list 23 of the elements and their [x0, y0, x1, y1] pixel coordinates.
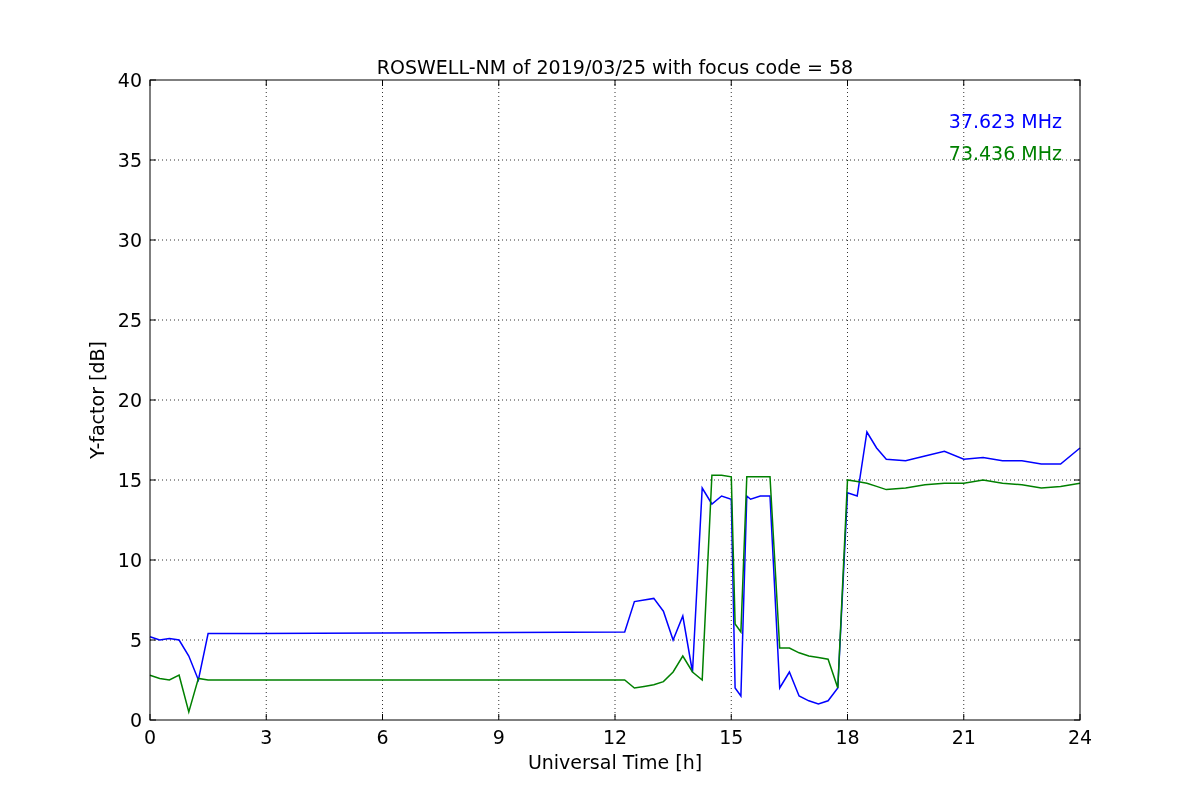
- legend-label: 37.623 MHz: [948, 110, 1062, 132]
- chart-title: ROSWELL-NM of 2019/03/25 with focus code = 58: [376, 56, 854, 78]
- tick-label: 15: [117, 469, 142, 491]
- tick-label: 35: [117, 149, 142, 171]
- tick-label: 3: [260, 726, 273, 748]
- tick-label: 0: [129, 709, 142, 731]
- tick-label: 0: [143, 726, 157, 748]
- tick-label: 40: [117, 69, 142, 91]
- y-axis-label: Y-factor [dB]: [86, 341, 108, 459]
- tick-label: 12: [602, 726, 628, 748]
- tick-label: 24: [1067, 726, 1093, 748]
- tick-label: 18: [835, 726, 860, 748]
- tick-label: 30: [117, 229, 142, 251]
- tick-label: 25: [117, 309, 142, 331]
- tick-label: 10: [117, 549, 142, 571]
- tick-label: 5: [129, 629, 142, 651]
- tick-label: 15: [719, 726, 744, 748]
- x-axis-label: Universal Time [h]: [527, 751, 703, 773]
- tick-label: 21: [951, 726, 976, 748]
- tick-label: 20: [117, 389, 142, 411]
- tick-label: 9: [492, 726, 505, 748]
- tick-label: 6: [376, 726, 389, 748]
- legend-label: 73.436 MHz: [948, 142, 1062, 164]
